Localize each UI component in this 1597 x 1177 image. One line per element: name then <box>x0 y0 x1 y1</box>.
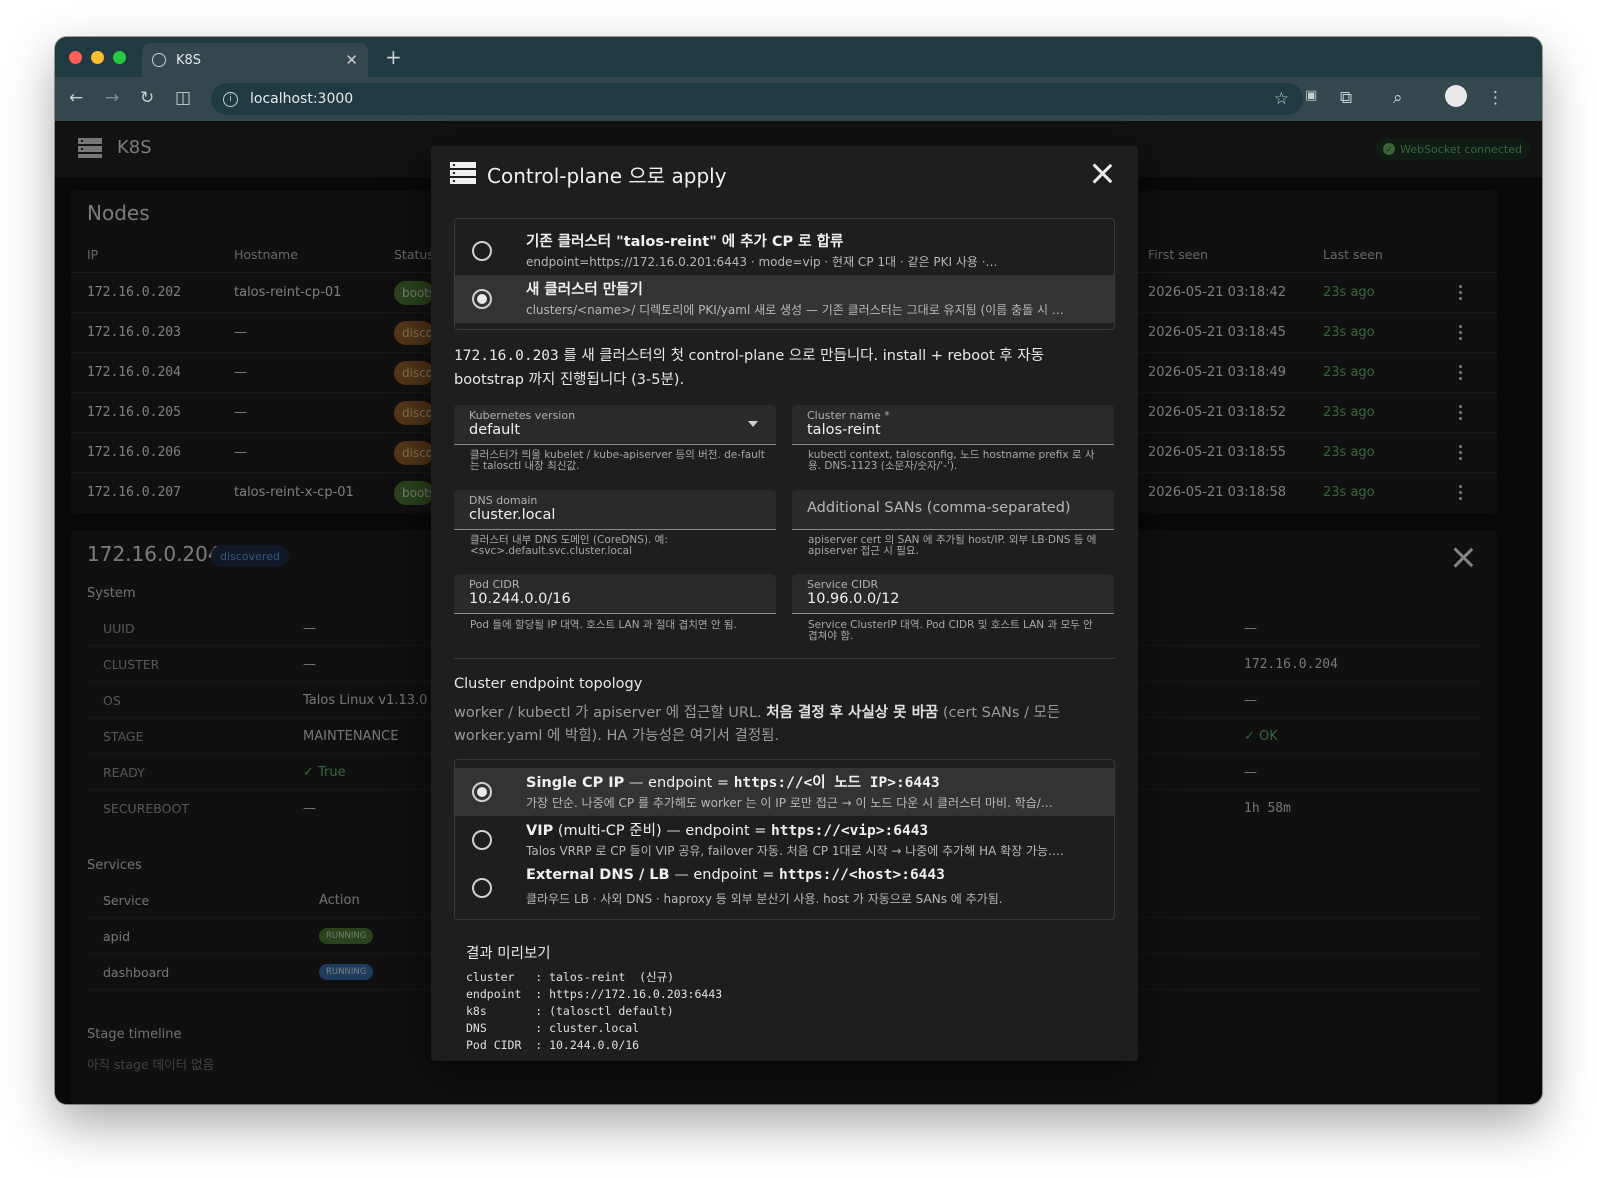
field-label: Cluster name * <box>807 409 890 422</box>
topology-option-single[interactable]: Single CP IP — endpoint = https://<이 노드 … <box>455 768 1114 816</box>
divider <box>454 658 1115 659</box>
field-value: default <box>469 422 521 438</box>
topology-description: worker / kubectl 가 apiserver 에 접근할 URL. … <box>454 702 1094 748</box>
k8s-version-select[interactable]: Kubernetes version default <box>454 405 776 445</box>
preview-title: 결과 미리보기 <box>466 946 551 962</box>
endpoint-label: endpoint = <box>693 867 775 883</box>
apply-dialog: Control-plane 으로 apply 기존 클러스터 "talos-re… <box>431 146 1138 1061</box>
cluster-name-field[interactable]: Cluster name * talos-reint <box>792 405 1114 445</box>
tab-bar: K8S ✕ + <box>55 37 1542 77</box>
field-label: Service CIDR <box>807 578 879 591</box>
preview-line: Pod CIDR : 10.244.0.0/16 <box>466 1038 640 1052</box>
new-tab-button[interactable]: + <box>385 45 402 69</box>
k8s-version-help: 클러스터가 띄울 kubelet / kube-apiserver 등의 버전.… <box>470 449 765 472</box>
bookmark-star-icon[interactable]: ☆ <box>1274 89 1289 109</box>
dns-domain-help: 클러스터 내부 DNS 도메인 (CoreDNS). 예: <svc>.defa… <box>470 534 668 557</box>
minimize-window-button[interactable] <box>91 51 104 64</box>
radio-unchecked[interactable] <box>472 830 492 850</box>
option-title: 새 클러스터 만들기 <box>526 282 643 298</box>
tab-close-icon[interactable]: ✕ <box>345 51 358 69</box>
mode-option-new-cluster[interactable]: 새 클러스터 만들기 clusters/<name>/ 디렉토리에 PKI/ya… <box>455 275 1114 323</box>
topology-option-vip[interactable]: VIP (multi-CP 준비) — endpoint = https://<… <box>455 816 1114 864</box>
globe-icon <box>152 53 166 67</box>
endpoint-value: https://<vip>:6443 <box>771 823 929 839</box>
cluster-name-help: kubectl context, talosconfig, 노드 hostnam… <box>808 449 1095 472</box>
dialog-description: 172.16.0.203 를 새 클러스터의 첫 control-plane 으… <box>454 344 1104 392</box>
endpoint-value: https://<이 노드 IP>:6443 <box>733 775 940 791</box>
option-title: Single CP IP — endpoint = https://<이 노드 … <box>526 775 940 791</box>
topology-title: Cluster endpoint topology <box>454 676 643 692</box>
radio-checked[interactable] <box>472 289 492 309</box>
topology-desc-emphasis: 처음 결정 후 사실상 못 바꿈 <box>766 705 939 721</box>
pod-cidr-help: Pod 들에 할당될 IP 대역. 호스트 LAN 과 절대 겹치면 안 됨. <box>470 619 737 631</box>
option-name: External DNS / LB <box>526 867 670 883</box>
option-subtitle: Talos VRRP 로 CP 들이 VIP 공유, failover 자동. … <box>526 844 1064 858</box>
url-text: localhost:3000 <box>250 91 354 107</box>
topology-radio-group: Single CP IP — endpoint = https://<이 노드 … <box>454 759 1115 920</box>
field-value: 10.96.0.0/12 <box>807 591 900 607</box>
option-subtitle: 클라우드 LB · 사외 DNS · haproxy 등 외부 분산기 사용. … <box>526 892 1003 906</box>
field-value: cluster.local <box>469 507 556 523</box>
browser-tab[interactable]: K8S ✕ <box>142 43 368 77</box>
preview-block: cluster : talos-reint (신규) endpoint : htt… <box>466 969 722 1054</box>
extensions-puzzle-icon[interactable]: ⧉ <box>1340 88 1352 108</box>
tab-title: K8S <box>176 52 202 68</box>
preview-line: DNS : cluster.local <box>466 1021 640 1035</box>
preview-line: cluster : talos-reint (신규) <box>466 970 675 984</box>
mode-radio-group: 기존 클러스터 "talos-reint" 에 추가 CP 로 합류 endpo… <box>454 218 1115 330</box>
option-title: VIP (multi-CP 준비) — endpoint = https://<… <box>526 823 929 839</box>
option-subtitle: clusters/<name>/ 디렉토리에 PKI/yaml 새로 생성 — … <box>526 303 1064 317</box>
radio-unchecked[interactable] <box>472 878 492 898</box>
option-title: 기존 클러스터 "talos-reint" 에 추가 CP 로 합류 <box>526 234 844 250</box>
close-icon[interactable] <box>1091 162 1113 184</box>
reload-icon[interactable]: ↻ <box>140 88 154 108</box>
option-subtitle: endpoint=https://172.16.0.201:6443 · mod… <box>526 255 998 269</box>
preview-line: endpoint : https://172.16.0.203:6443 <box>466 987 723 1001</box>
option-suffix: (multi-CP 준비) <box>553 823 662 839</box>
dns-domain-field[interactable]: DNS domain cluster.local <box>454 490 776 530</box>
address-bar[interactable]: i localhost:3000 ☆ <box>211 83 1303 115</box>
nav-bar: ← → ↻ ◫ i localhost:3000 ☆ ▣ ⧉ ⌕ ⋮ <box>55 77 1542 121</box>
option-subtitle: 가장 단순. 나중에 CP 를 추가해도 worker 는 이 IP 로만 접근… <box>526 796 1053 810</box>
endpoint-label: endpoint = <box>685 823 767 839</box>
site-info-icon[interactable]: i <box>223 91 238 107</box>
field-label: DNS domain <box>469 494 538 507</box>
endpoint-label: endpoint = <box>648 775 730 791</box>
tab-search-icon[interactable]: ⌕ <box>1393 88 1403 108</box>
option-title: External DNS / LB — endpoint = https://<… <box>526 867 945 883</box>
field-placeholder: Additional SANs (comma-separated) <box>807 500 1071 516</box>
zoom-window-button[interactable] <box>113 51 126 64</box>
additional-sans-field[interactable]: Additional SANs (comma-separated) <box>792 490 1114 530</box>
field-label: Kubernetes version <box>469 409 576 422</box>
topology-desc-text: worker / kubectl 가 apiserver 에 접근할 URL. <box>454 705 767 721</box>
field-value: talos-reint <box>807 422 881 438</box>
split-view-icon[interactable]: ◫ <box>175 88 191 108</box>
service-cidr-help: Service ClusterIP 대역. Pod CIDR 및 호스트 LAN… <box>808 619 1093 642</box>
field-value: 10.244.0.0/16 <box>469 591 571 607</box>
endpoint-value: https://<host>:6443 <box>779 867 945 883</box>
browser-window: K8S ✕ + ← → ↻ ◫ i localhost:3000 ☆ ▣ ⧉ ⌕… <box>55 37 1542 1104</box>
server-rack-icon <box>450 162 476 184</box>
close-window-button[interactable] <box>69 51 82 64</box>
option-name: Single CP IP <box>526 775 625 791</box>
dropdown-caret-icon <box>748 421 758 427</box>
radio-unchecked[interactable] <box>472 241 492 261</box>
dialog-title: Control-plane 으로 apply <box>487 164 727 188</box>
service-cidr-field[interactable]: Service CIDR 10.96.0.0/12 <box>792 574 1114 614</box>
back-icon[interactable]: ← <box>69 88 83 108</box>
preview-line: k8s : (talosctl default) <box>466 1004 674 1018</box>
mode-option-join-existing[interactable]: 기존 클러스터 "talos-reint" 에 추가 CP 로 합류 endpo… <box>455 227 1114 275</box>
topology-option-external[interactable]: External DNS / LB — endpoint = https://<… <box>455 864 1114 912</box>
browser-menu-icon[interactable]: ⋮ <box>1487 88 1504 108</box>
radio-checked[interactable] <box>472 782 492 802</box>
terminal-extension-icon[interactable]: ▣ <box>1305 88 1317 103</box>
pod-cidr-field[interactable]: Pod CIDR 10.244.0.0/16 <box>454 574 776 614</box>
option-name: VIP <box>526 823 554 839</box>
additional-sans-help: apiserver cert 의 SAN 에 추가될 host/IP. 외부 L… <box>808 534 1097 557</box>
forward-icon[interactable]: → <box>105 88 119 108</box>
description-ip: 172.16.0.203 <box>454 348 559 364</box>
field-label: Pod CIDR <box>469 578 520 591</box>
profile-avatar[interactable] <box>1445 85 1467 107</box>
